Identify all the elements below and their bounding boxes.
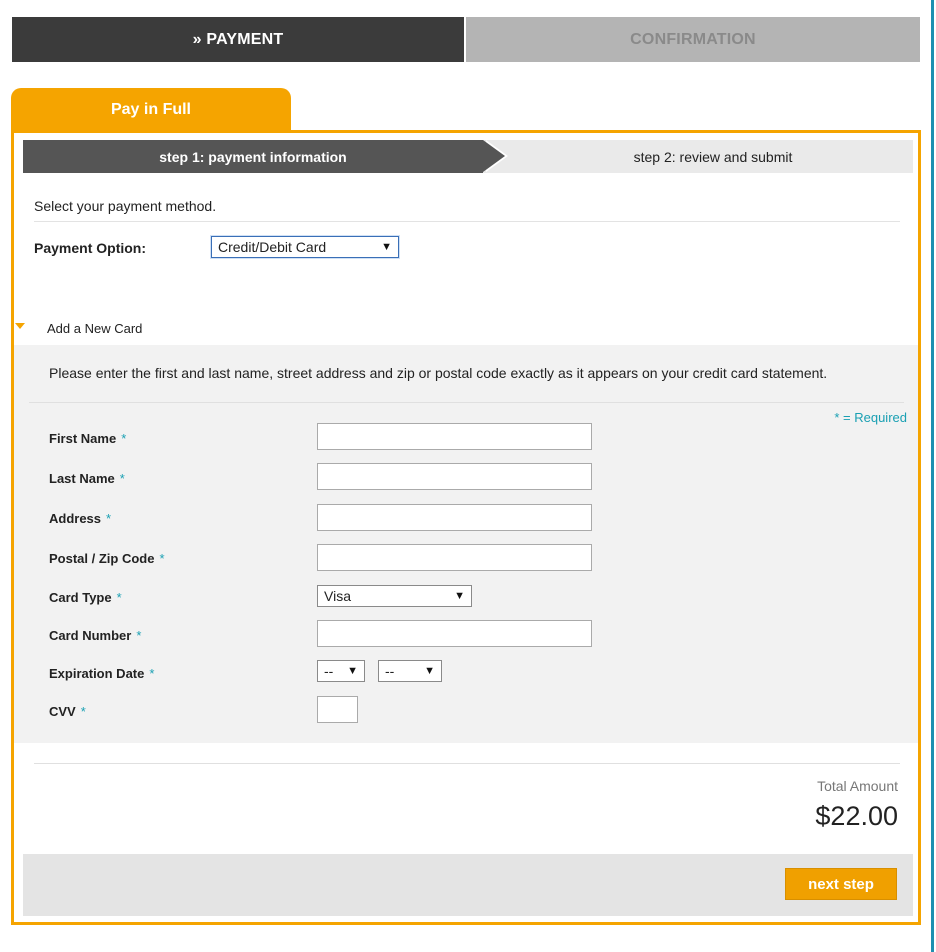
chevron-down-icon: ▼ [424, 665, 435, 677]
first-name-label: First Name * [49, 431, 126, 446]
required-marker: * [80, 704, 86, 719]
chevron-down-icon: ▼ [381, 241, 392, 253]
expiration-date-label-text: Expiration Date [49, 666, 145, 681]
new-card-form: Please enter the first and last name, st… [14, 345, 918, 743]
divider [29, 402, 904, 403]
required-marker: * [119, 471, 125, 486]
required-marker: * [159, 551, 165, 566]
required-marker: * [121, 431, 127, 446]
postal-code-field[interactable] [317, 544, 592, 571]
postal-code-label-text: Postal / Zip Code [49, 551, 155, 566]
card-number-label-text: Card Number [49, 628, 132, 643]
divider [34, 763, 900, 764]
wizard-step-arrow-icon [483, 140, 505, 172]
card-type-select[interactable]: Visa ▼ [317, 585, 472, 607]
next-step-button[interactable]: next step [785, 868, 897, 900]
first-name-label-text: First Name [49, 431, 117, 446]
add-new-card-label: Add a New Card [47, 321, 143, 336]
cvv-field[interactable] [317, 696, 358, 723]
card-number-field[interactable] [317, 620, 592, 647]
last-name-label: Last Name * [49, 471, 125, 486]
required-marker: * [116, 590, 122, 605]
required-marker: * [106, 511, 112, 526]
chevron-down-icon: ▼ [454, 590, 465, 602]
required-note: * = Required [834, 410, 907, 425]
expiration-month-select[interactable]: -- ▼ [317, 660, 365, 682]
card-type-value: Visa [324, 588, 351, 604]
window-edge-rule [931, 0, 934, 952]
payment-option-label: Payment Option: [34, 240, 147, 256]
postal-code-label: Postal / Zip Code * [49, 551, 165, 566]
expiration-date-label: Expiration Date * [49, 666, 154, 681]
last-name-field[interactable] [317, 463, 592, 490]
card-type-label: Card Type * [49, 590, 122, 605]
form-footer: next step [23, 854, 913, 916]
chevron-down-icon: ▼ [347, 665, 358, 677]
triangle-down-icon [15, 323, 25, 329]
required-marker: * [136, 628, 142, 643]
first-name-field[interactable] [317, 423, 592, 450]
checkout-progress: » PAYMENT CONFIRMATION [12, 17, 920, 62]
expiration-year-select[interactable]: -- ▼ [378, 660, 442, 682]
total-amount-value: $22.00 [815, 801, 898, 831]
card-type-label-text: Card Type [49, 590, 112, 605]
last-name-label-text: Last Name [49, 471, 115, 486]
wizard-step-2: step 2: review and submit [633, 148, 793, 165]
divider [34, 221, 900, 222]
progress-step-payment: » PAYMENT [12, 17, 464, 62]
payment-option-select[interactable]: Credit/Debit Card ▼ [211, 236, 399, 258]
card-instructions: Please enter the first and last name, st… [49, 365, 828, 381]
total-amount-label: Total Amount [817, 778, 898, 794]
payment-option-value: Credit/Debit Card [218, 239, 327, 255]
cvv-label-text: CVV [49, 704, 76, 719]
payment-method-prompt: Select your payment method. [34, 198, 217, 214]
progress-step-confirmation: CONFIRMATION [466, 17, 920, 62]
payment-panel: step 1: payment information step 2: revi… [11, 130, 921, 925]
cvv-label: CVV * [49, 704, 86, 719]
wizard-step-1: step 1: payment information [23, 140, 483, 173]
wizard-stepbar: step 1: payment information step 2: revi… [23, 140, 913, 173]
required-marker: * [149, 666, 155, 681]
address-label-text: Address [49, 511, 102, 526]
expiration-month-value: -- [324, 663, 334, 679]
expiration-year-value: -- [385, 663, 395, 679]
address-field[interactable] [317, 504, 592, 531]
add-new-card-toggle[interactable]: Add a New Card [14, 319, 918, 345]
address-label: Address * [49, 511, 111, 526]
tab-pay-in-full[interactable]: Pay in Full [11, 88, 291, 132]
card-number-label: Card Number * [49, 628, 141, 643]
